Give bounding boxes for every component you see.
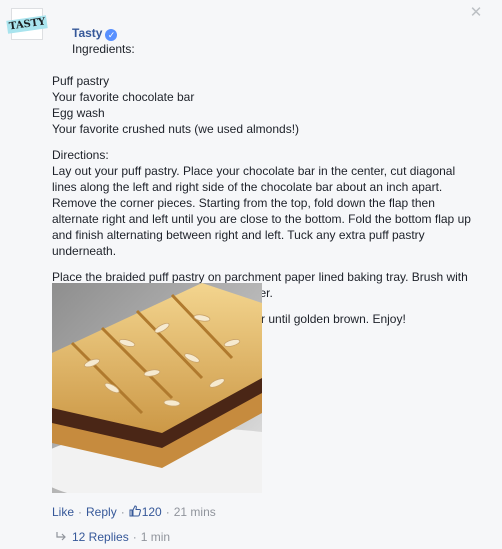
ingredient-item: Egg wash — [52, 106, 105, 120]
comment-body: Tasty ✓ Ingredients: Puff pastry Your fav… — [52, 9, 472, 327]
separator: · — [78, 505, 83, 519]
author-name-link[interactable]: Tasty — [72, 26, 102, 40]
latest-reply-time: 1 min — [140, 530, 171, 544]
separator: · — [165, 505, 170, 519]
ingredient-item: Your favorite crushed nuts (we used almo… — [52, 122, 300, 136]
avatar-logo-text: TASTY — [6, 14, 48, 34]
comment-timestamp[interactable]: 21 mins — [174, 505, 216, 519]
separator: · — [132, 530, 137, 544]
view-replies-link[interactable]: 12 Replies — [72, 530, 129, 544]
directions-heading: Directions: — [52, 148, 109, 162]
ingredient-item: Puff pastry — [52, 74, 110, 88]
like-link[interactable]: Like — [52, 505, 74, 519]
directions-paragraph-1: Lay out your puff pastry. Place your cho… — [52, 164, 475, 258]
replies-row: 12 Replies · 1 min — [56, 530, 170, 544]
like-count-value: 120 — [141, 505, 162, 519]
ingredients-heading: Ingredients: — [72, 42, 135, 56]
reply-arrow-icon — [56, 532, 66, 541]
ingredient-item: Your favorite chocolate bar — [52, 90, 195, 104]
pastry-photo-illustration — [52, 283, 262, 493]
attached-photo[interactable] — [52, 283, 262, 493]
separator: · — [120, 505, 125, 519]
thumbs-up-icon — [129, 505, 141, 517]
comment: TASTY ✕ Tasty ✓ Ingredients: Puff pastry … — [0, 0, 502, 549]
reply-link[interactable]: Reply — [86, 505, 117, 519]
author-avatar[interactable]: TASTY — [6, 8, 48, 40]
comment-actions: Like · Reply · 120 · 21 mins — [52, 505, 216, 519]
like-count[interactable]: 120 — [129, 505, 162, 519]
verified-badge-icon: ✓ — [105, 29, 118, 41]
